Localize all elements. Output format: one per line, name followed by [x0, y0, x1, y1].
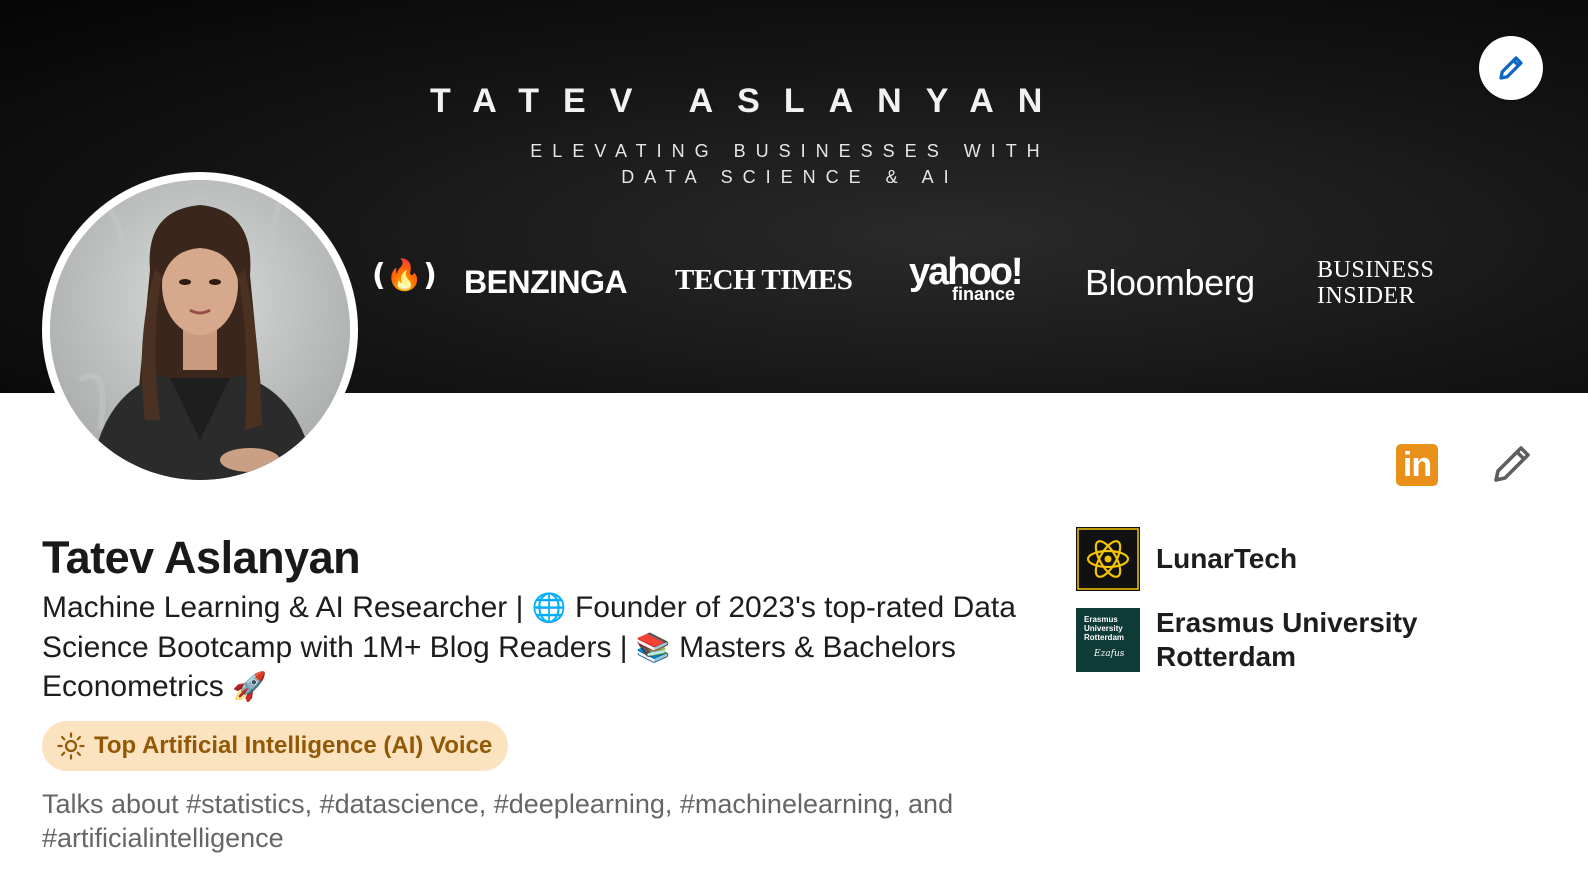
erasmus-logo: Erasmus University Rotterdam Ezafus — [1076, 608, 1140, 672]
profile-name: Tatev Aslanyan — [42, 532, 361, 583]
rocket-icon: 🚀 — [232, 670, 267, 703]
linkedin-icon[interactable]: in — [1396, 444, 1438, 486]
benzinga-logo: BENZINGA — [464, 264, 628, 300]
top-voice-label: Top Artificial Intelligence (AI) Voice — [94, 732, 493, 759]
org-name-erasmus: Erasmus University Rotterdam — [1156, 607, 1418, 672]
atom-icon — [1076, 527, 1140, 591]
tech-times-logo: TECH TIMES — [675, 264, 853, 296]
erasmus-logo-line1: Erasmus — [1084, 615, 1118, 624]
portrait-illustration — [50, 180, 350, 480]
profile-headline: Machine Learning & AI Researcher | 🌐 Fou… — [42, 588, 1042, 707]
top-voice-badge[interactable]: Top Artificial Intelligence (AI) Voice — [42, 721, 509, 771]
org-name-lunartech: LunarTech — [1156, 543, 1298, 574]
banner-subtitle: ELEVATING BUSINESSES WITH DATA SCIENCE &… — [440, 138, 1140, 190]
edit-intro-button[interactable] — [1488, 440, 1536, 488]
erasmus-logo-line3: Rotterdam — [1084, 633, 1125, 642]
org-erasmus[interactable]: Erasmus University Rotterdam Ezafus Eras… — [1076, 606, 1456, 674]
org-lunartech[interactable]: LunarTech — [1076, 527, 1456, 591]
pencil-icon — [1494, 446, 1530, 482]
freecodecamp-logo: (🔥) — [372, 258, 437, 293]
erasmus-signature: Ezafus — [1094, 649, 1125, 659]
edit-cover-button[interactable] — [1479, 36, 1543, 100]
globe-icon: 🌐 — [531, 591, 567, 624]
headline-part1: Machine Learning & AI Researcher | — [42, 591, 532, 624]
banner-subtitle-line1: ELEVATING BUSINESSES WITH — [530, 141, 1050, 161]
yahoo-finance-label: finance — [952, 284, 1016, 304]
books-icon: 📚 — [635, 630, 671, 664]
banner-title: TATEV ASLANYAN — [430, 82, 1067, 120]
media-logos: (🔥) BENZINGA TECH TIMES yahoo! finance B… — [372, 250, 1452, 310]
business-insider-logo: BUSINESS INSIDER — [1317, 257, 1434, 309]
sun-icon — [57, 732, 85, 760]
business-insider-line1: BUSINESS — [1317, 257, 1435, 283]
bloomberg-logo: Bloomberg — [1085, 262, 1255, 303]
talks-about: Talks about #statistics, #datascience, #… — [42, 789, 954, 853]
profile-photo[interactable] — [42, 172, 358, 488]
avatar — [50, 180, 350, 480]
business-insider-line2: INSIDER — [1317, 283, 1416, 309]
erasmus-logo-line2: University — [1084, 624, 1123, 633]
pencil-icon — [1499, 56, 1523, 80]
banner-subtitle-line2: DATA SCIENCE & AI — [621, 167, 959, 187]
